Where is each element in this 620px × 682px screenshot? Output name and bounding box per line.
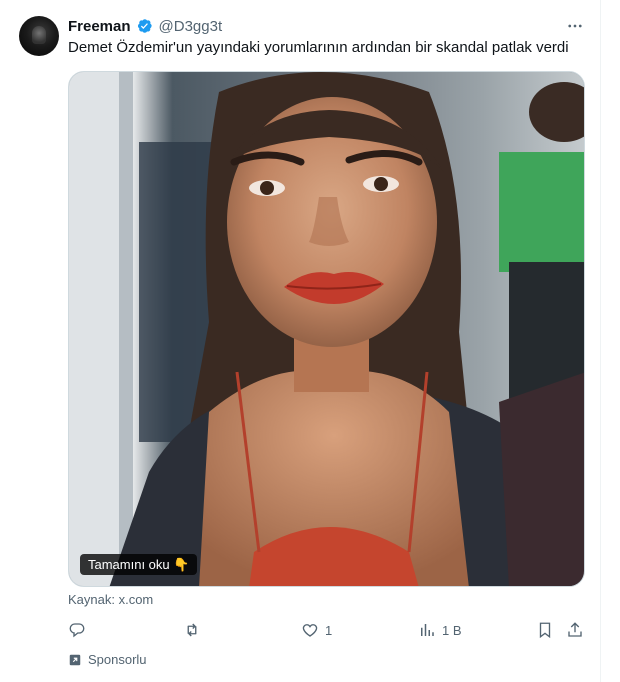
views-count: 1 B: [442, 622, 462, 638]
heart-icon: [302, 624, 318, 637]
share-button[interactable]: [566, 620, 584, 640]
views-bar-chart-icon: [421, 624, 434, 636]
more-horizontal-icon[interactable]: [566, 17, 584, 35]
tweet-card[interactable]: Freeman @D3gg3t Demet Özdemir'un yayında…: [0, 0, 601, 682]
author-handle[interactable]: @D3gg3t: [159, 18, 223, 35]
bookmark-icon: [539, 622, 551, 639]
like-count: 1: [325, 622, 333, 638]
read-more-label: Tamamını oku 👇: [88, 556, 190, 572]
promoted-arrow-icon: [69, 654, 81, 665]
bookmark-button[interactable]: [536, 620, 554, 640]
author-name[interactable]: Freeman: [68, 18, 131, 35]
read-more-badge[interactable]: Tamamını oku 👇: [80, 554, 198, 575]
source-link[interactable]: Kaynak: x.com: [68, 592, 153, 607]
sponsored-text: Sponsorlu: [88, 652, 147, 667]
like-button[interactable]: 1: [301, 620, 332, 640]
sponsored-label[interactable]: Sponsorlu: [68, 652, 147, 667]
tweet-header: Freeman @D3gg3t: [68, 16, 222, 36]
views-button[interactable]: 1 B: [418, 620, 462, 640]
retweet-button[interactable]: [183, 620, 207, 640]
share-icon: [568, 622, 582, 637]
tweet-actions: 1 1 B: [68, 620, 585, 640]
tweet-text: Demet Özdemir'un yayındaki yorumlarının …: [68, 39, 569, 56]
reply-button[interactable]: [68, 620, 92, 640]
verified-badge-icon: [135, 17, 153, 35]
tweet-media-image[interactable]: [68, 71, 585, 587]
author-avatar[interactable]: [19, 16, 59, 56]
reply-icon: [69, 623, 85, 638]
retweet-icon: [187, 623, 197, 637]
